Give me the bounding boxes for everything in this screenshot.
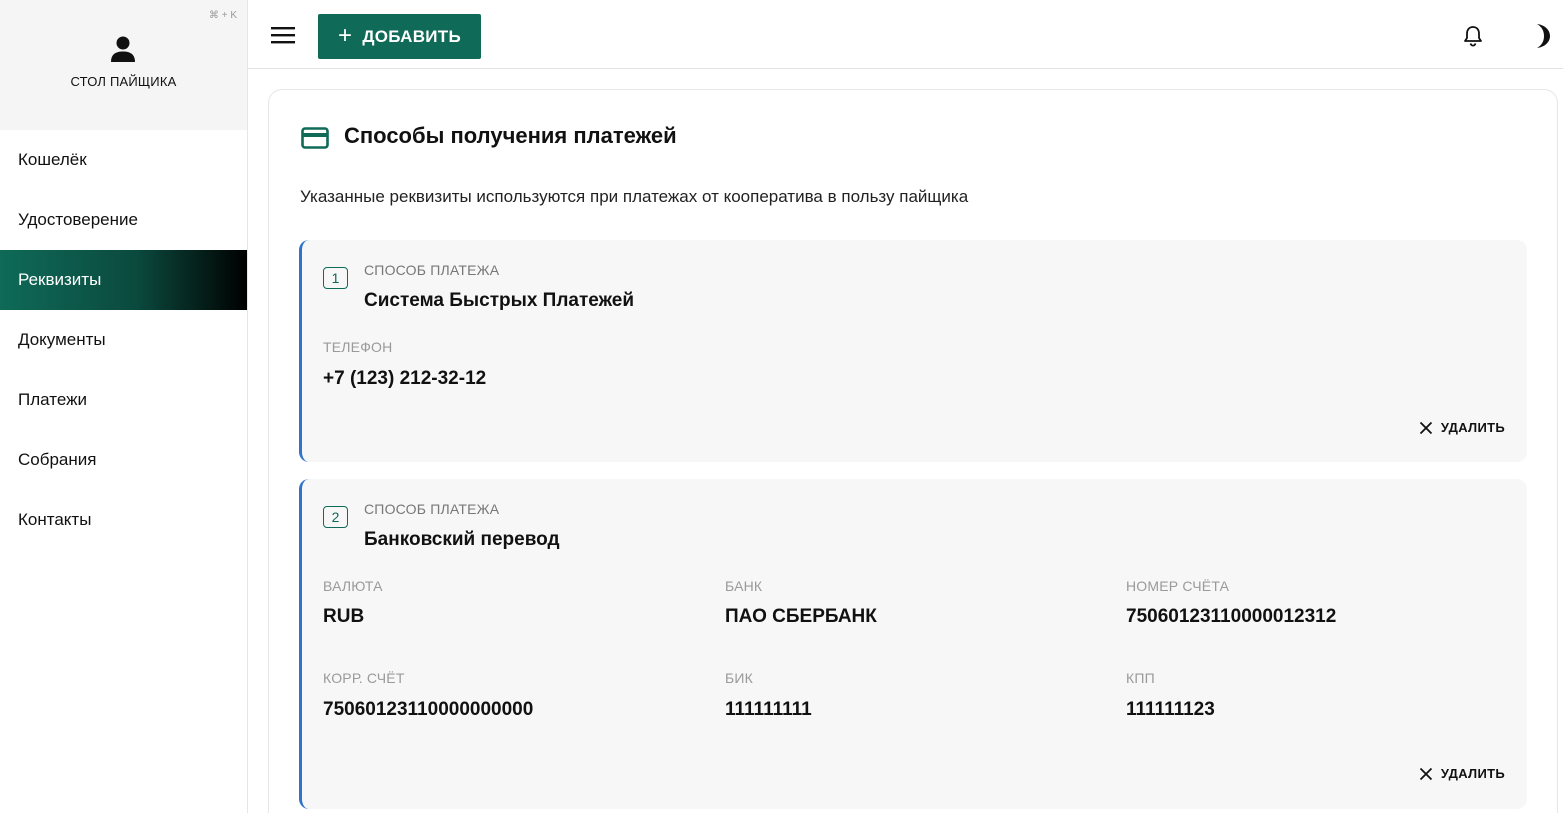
- sidebar-item-payments[interactable]: Платежи: [0, 370, 247, 430]
- field-label-currency: ВАЛЮТА: [323, 578, 383, 594]
- close-icon: [1419, 767, 1433, 780]
- keyboard-shortcut-hint: ⌘ + K: [208, 10, 237, 21]
- method-label: СПОСОБ ПЛАТЕЖА: [364, 501, 500, 517]
- add-button-label: ДОБАВИТЬ: [362, 26, 461, 46]
- method-number-badge: 1: [323, 267, 348, 289]
- method-name: Система Быстрых Платежей: [364, 290, 635, 311]
- sidebar-nav: Кошелёк Удостоверение Реквизиты Документ…: [0, 130, 247, 550]
- menu-icon[interactable]: [270, 24, 296, 46]
- page-title: Способы получения платежей: [344, 123, 677, 148]
- sidebar-item-meetings[interactable]: Собрания: [0, 430, 247, 490]
- method-name: Банковский перевод: [364, 529, 560, 550]
- credit-card-icon: [301, 127, 329, 149]
- profile-block[interactable]: ⌘ + K СТОЛ ПАЙЩИКА: [0, 0, 247, 130]
- close-icon: [1419, 421, 1433, 434]
- field-value-account-number: 75060123110000012312: [1126, 606, 1337, 627]
- field-value-phone: +7 (123) 212-32-12: [323, 368, 487, 389]
- sidebar-item-wallet[interactable]: Кошелёк: [0, 130, 247, 190]
- payment-method-card: 1 СПОСОБ ПЛАТЕЖА Система Быстрых Платеже…: [299, 240, 1527, 462]
- sidebar-item-contacts[interactable]: Контакты: [0, 490, 247, 550]
- field-value-bank: ПАО СБЕРБАНК: [725, 606, 877, 627]
- method-label: СПОСОБ ПЛАТЕЖА: [364, 262, 500, 278]
- sidebar-item-documents[interactable]: Документы: [0, 310, 247, 370]
- sidebar-item-requisites[interactable]: Реквизиты: [0, 250, 247, 310]
- sidebar-item-certificate[interactable]: Удостоверение: [0, 190, 247, 250]
- field-value-bik: 111111111: [725, 699, 812, 720]
- field-label-bank: БАНК: [725, 578, 763, 594]
- field-label-corr-account: КОРР. СЧЁТ: [323, 670, 405, 686]
- user-icon: [111, 36, 135, 62]
- field-value-kpp: 111111123: [1126, 699, 1215, 720]
- field-value-currency: RUB: [323, 606, 365, 627]
- field-label-kpp: КПП: [1126, 670, 1155, 686]
- profile-name: СТОЛ ПАЙЩИКА: [70, 74, 177, 89]
- delete-button[interactable]: УДАЛИТЬ: [1419, 766, 1505, 781]
- bell-icon[interactable]: [1463, 25, 1483, 47]
- delete-button-label: УДАЛИТЬ: [1440, 420, 1505, 435]
- add-button[interactable]: + ДОБАВИТЬ: [318, 14, 481, 59]
- method-number-badge: 2: [323, 506, 348, 528]
- payment-methods-card: Способы получения платежей Указанные рек…: [268, 89, 1558, 813]
- sidebar: ⌘ + K СТОЛ ПАЙЩИКА Кошелёк Удостоверение…: [0, 0, 248, 813]
- payment-method-card: 2 СПОСОБ ПЛАТЕЖА Банковский перевод ВАЛЮ…: [299, 479, 1527, 809]
- field-label-bik: БИК: [725, 670, 754, 686]
- moon-icon[interactable]: [1531, 23, 1551, 49]
- field-label-phone: ТЕЛЕФОН: [323, 339, 393, 355]
- plus-icon: +: [337, 21, 353, 49]
- delete-button[interactable]: УДАЛИТЬ: [1419, 420, 1505, 435]
- field-value-corr-account: 75060123110000000000: [323, 699, 534, 720]
- field-label-account-number: НОМЕР СЧЁТА: [1126, 578, 1230, 594]
- delete-button-label: УДАЛИТЬ: [1440, 766, 1505, 781]
- page-description: Указанные реквизиты используются при пла…: [300, 187, 969, 206]
- topbar: + ДОБАВИТЬ: [248, 0, 1563, 69]
